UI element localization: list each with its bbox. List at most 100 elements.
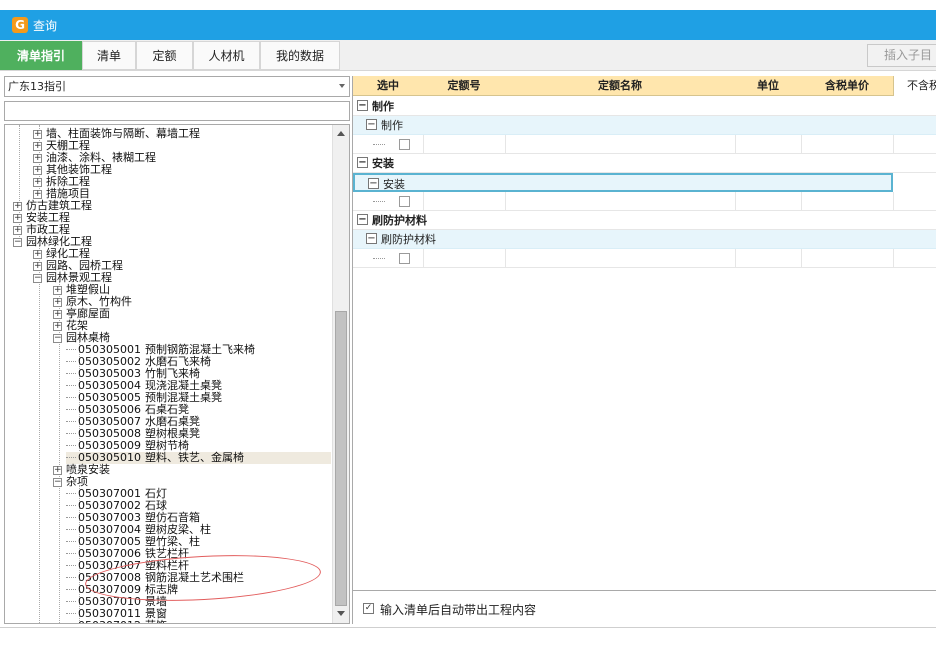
tab-quota[interactable]: 定额 <box>136 41 193 70</box>
cell-divider <box>423 249 424 268</box>
select-checkbox[interactable] <box>399 253 410 264</box>
select-checkbox[interactable] <box>399 139 410 150</box>
tree-connector <box>66 517 76 518</box>
expand-icon[interactable]: + <box>33 166 42 175</box>
collapse-icon[interactable]: − <box>357 157 368 168</box>
cell-divider <box>735 249 736 268</box>
quota-row[interactable] <box>353 249 936 268</box>
tree-connector <box>66 553 76 554</box>
expand-icon[interactable]: + <box>33 130 42 139</box>
expand-icon[interactable]: + <box>13 214 22 223</box>
cell-divider <box>801 192 802 211</box>
guide-select-value: 广东13指引 <box>8 80 66 93</box>
subgroup-label: 刷防护材料 <box>381 233 436 246</box>
col-notax-price[interactable]: 不含税 <box>893 76 936 96</box>
group-label: 制作 <box>372 100 394 113</box>
guide-tree: + 墙、柱面装饰与隔断、幕墙工程 + 天棚工程 + 油漆、涂料、裱糊工程 + 其他装饰工程 + 拆… <box>4 124 350 624</box>
tree-connector <box>373 144 385 145</box>
quota-row[interactable] <box>353 135 936 154</box>
collapse-icon[interactable]: − <box>366 233 377 244</box>
expand-icon[interactable]: + <box>33 190 42 199</box>
col-tax-price[interactable]: 含税单价 <box>801 76 893 96</box>
cell-divider <box>801 249 802 268</box>
tree-connector <box>66 565 76 566</box>
tree-connector <box>66 577 76 578</box>
chevron-down-icon[interactable] <box>339 84 345 88</box>
down-arrow-icon <box>337 611 345 616</box>
cell-divider <box>801 135 802 154</box>
group-row[interactable]: − 刷防护材料 <box>353 211 936 230</box>
expand-icon[interactable]: + <box>33 250 42 259</box>
left-panel: 广东13指引 + 墙、柱面装饰与隔断、幕墙工程 + 天棚工程 + 油漆、涂料、裱糊工程 + 其… <box>4 76 350 624</box>
collapse-icon[interactable]: − <box>13 238 22 247</box>
subgroup-label: 制作 <box>381 119 403 132</box>
subgroup-row[interactable]: − 安装 <box>353 173 893 192</box>
expand-icon[interactable]: + <box>33 154 42 163</box>
subgroup-row[interactable]: − 刷防护材料 <box>353 230 936 249</box>
col-quota-name[interactable]: 定额名称 <box>505 76 735 96</box>
tree-connector <box>66 373 76 374</box>
bottom-border <box>0 627 936 628</box>
item-code: 050307012 <box>78 620 145 624</box>
cell-divider <box>505 249 506 268</box>
expand-icon[interactable]: + <box>53 466 62 475</box>
quota-row[interactable] <box>353 192 936 211</box>
tree-connector <box>66 385 76 386</box>
grid-header: 选中 定额号 定额名称 单位 含税单价 不含税 <box>353 76 936 96</box>
tab-labor-material-machine[interactable]: 人材机 <box>193 41 260 70</box>
tree-connector <box>66 601 76 602</box>
collapse-icon[interactable]: − <box>366 119 377 130</box>
expand-icon[interactable]: + <box>53 286 62 295</box>
scroll-down-button[interactable] <box>333 606 349 622</box>
scroll-thumb[interactable] <box>335 311 347 606</box>
app-logo-icon: G <box>12 17 28 33</box>
expand-icon[interactable]: + <box>53 310 62 319</box>
collapse-icon[interactable]: − <box>53 334 62 343</box>
tree-item-label: 塑料、铁艺、金属椅 <box>145 451 244 464</box>
expand-icon[interactable]: + <box>33 262 42 271</box>
tree-leaf-item[interactable]: 050307012花饰 <box>66 620 167 624</box>
insert-subitem-button[interactable]: 插入子目 <box>867 44 936 67</box>
up-arrow-icon <box>337 131 345 136</box>
expand-icon[interactable]: + <box>13 226 22 235</box>
cell-divider <box>423 192 424 211</box>
tab-list-guide[interactable]: 清单指引 <box>0 41 82 70</box>
col-quota-number[interactable]: 定额号 <box>423 76 505 96</box>
window-title: 查询 <box>33 19 58 33</box>
collapse-icon[interactable]: − <box>33 274 42 283</box>
grid-footer: ✓ 输入清单后自动带出工程内容 <box>353 590 936 624</box>
search-input[interactable] <box>4 101 350 121</box>
expand-icon[interactable]: + <box>33 178 42 187</box>
tab-list[interactable]: 清单 <box>82 41 136 70</box>
guide-select[interactable]: 广东13指引 <box>4 76 350 97</box>
select-checkbox[interactable] <box>399 196 410 207</box>
cell-divider <box>893 249 894 268</box>
tree-connector <box>66 397 76 398</box>
scroll-up-button[interactable] <box>333 125 349 141</box>
group-row[interactable]: − 安装 <box>353 154 936 173</box>
auto-bring-label: 输入清单后自动带出工程内容 <box>380 603 537 617</box>
tree-connector <box>66 409 76 410</box>
expand-icon[interactable]: + <box>13 202 22 211</box>
expand-icon[interactable]: + <box>53 322 62 331</box>
group-row[interactable]: − 制作 <box>353 97 936 116</box>
tab-my-data[interactable]: 我的数据 <box>260 41 340 70</box>
collapse-icon[interactable]: − <box>357 100 368 111</box>
collapse-icon[interactable]: − <box>368 178 379 189</box>
group-label: 刷防护材料 <box>372 214 427 227</box>
auto-bring-checkbox[interactable]: ✓ <box>363 603 374 614</box>
col-selected[interactable]: 选中 <box>353 76 423 96</box>
tree-connector <box>66 457 76 458</box>
tree-connector <box>373 258 385 259</box>
tree-item-label: 花饰 <box>145 619 167 624</box>
tree-scrollbar[interactable] <box>332 125 349 623</box>
expand-icon[interactable]: + <box>53 298 62 307</box>
cell-divider <box>893 135 894 154</box>
collapse-icon[interactable]: − <box>53 478 62 487</box>
tree-connector <box>66 529 76 530</box>
expand-icon[interactable]: + <box>33 142 42 151</box>
collapse-icon[interactable]: − <box>357 214 368 225</box>
tree-connector <box>66 505 76 506</box>
col-unit[interactable]: 单位 <box>735 76 801 96</box>
subgroup-row[interactable]: − 制作 <box>353 116 936 135</box>
